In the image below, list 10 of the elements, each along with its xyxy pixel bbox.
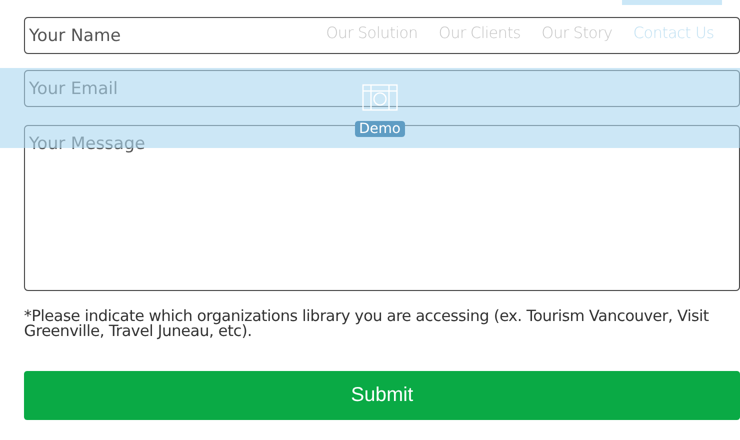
note-text: *Please indicate which organizations library you are accessing (ex. Tourism Vancouver, Visit Greenville, Travel Juneau, etc). bbox=[24, 309, 710, 339]
nav-link[interactable]: Our Clients bbox=[438, 24, 521, 42]
demo-label: Demo bbox=[355, 121, 405, 137]
nav-link[interactable]: Contact Us bbox=[633, 24, 714, 42]
nav-link[interactable]: Our Story bbox=[542, 24, 612, 42]
nav-link[interactable]: Our Solution bbox=[326, 24, 418, 42]
calendar-icon bbox=[362, 84, 398, 111]
demo-button[interactable]: Demo bbox=[355, 84, 405, 137]
submit-button[interactable]: Submit bbox=[24, 371, 740, 420]
input-field[interactable]: Your Email bbox=[24, 70, 740, 107]
